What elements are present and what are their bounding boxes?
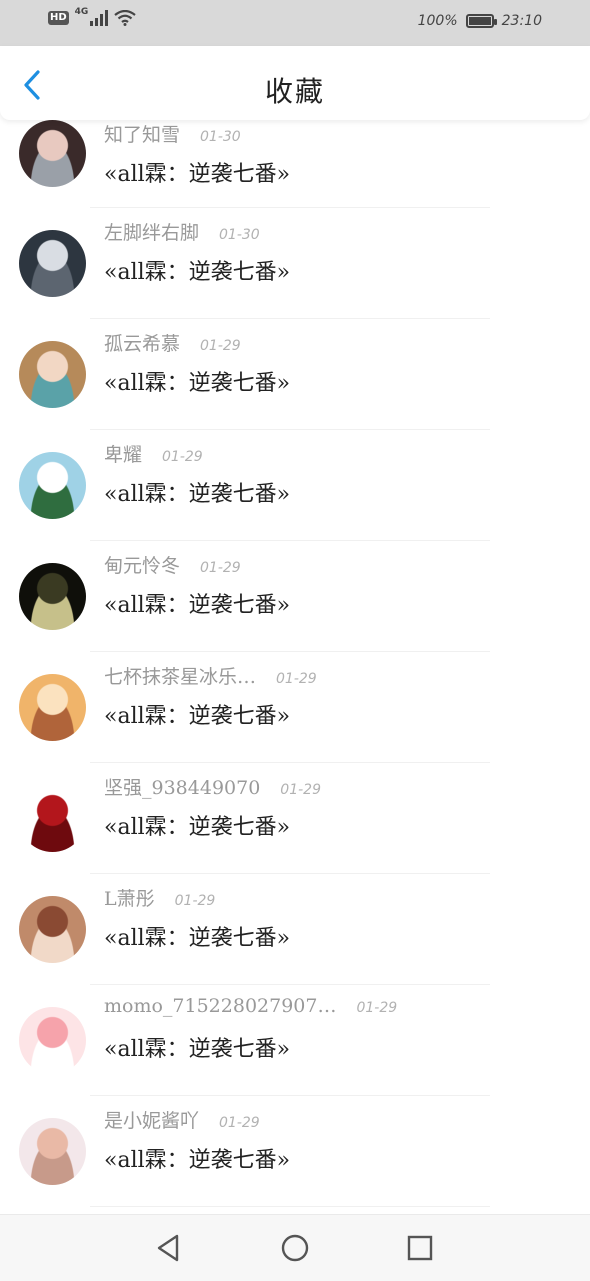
date: 01-29 — [276, 671, 317, 687]
message-text: «all霖：逆袭七番» — [104, 815, 291, 840]
username: 左脚绊右脚 — [104, 222, 200, 244]
item-meta: 知了知雪 01-30 — [104, 120, 241, 147]
battery-icon — [465, 14, 497, 28]
username: 坚强_938449070 — [104, 777, 261, 799]
list-item[interactable]: 坚强_938449070 01-29 «all霖：逆袭七番» — [0, 763, 590, 874]
avatar[interactable] — [19, 452, 86, 519]
list-item[interactable]: 知了知雪 01-30 «all霖：逆袭七番» — [0, 120, 590, 208]
square-recents-icon — [407, 1235, 433, 1261]
list-item[interactable]: 是小妮酱吖 01-29 «all霖：逆袭七番» — [0, 1096, 590, 1207]
item-meta: 孤云希慕 01-29 — [104, 329, 241, 356]
message-text: «all霖：逆袭七番» — [104, 1148, 291, 1173]
username: 是小妮酱吖 — [104, 1110, 200, 1132]
status-left: HD 4G — [48, 7, 137, 26]
nav-back-button[interactable] — [153, 1232, 185, 1264]
date: 01-30 — [219, 227, 260, 243]
message-text: «all霖：逆袭七番» — [104, 926, 291, 951]
item-meta: 卑耀 01-29 — [104, 440, 203, 467]
avatar[interactable] — [19, 1007, 86, 1074]
date: 01-29 — [200, 560, 241, 576]
network-type: 4G — [74, 7, 89, 17]
message-text: «all霖：逆袭七番» — [104, 482, 291, 507]
item-meta: 是小妮酱吖 01-29 — [104, 1106, 260, 1133]
username: 孤云希慕 — [104, 333, 181, 355]
app-header: 收藏 — [0, 46, 590, 120]
avatar[interactable] — [19, 674, 86, 741]
avatar[interactable] — [19, 341, 86, 408]
username: L萧彤 — [104, 888, 155, 910]
username: 甸元怜冬 — [104, 555, 181, 577]
message-text: «all霖：逆袭七番» — [104, 260, 291, 285]
battery-percent: 100% — [417, 13, 458, 29]
page-title: 收藏 — [264, 75, 325, 108]
item-meta: momo_715228027907… 01-29 — [104, 995, 397, 1017]
list-item[interactable]: momo_715228027907… 01-29 «all霖：逆袭七番» — [0, 985, 590, 1096]
item-meta: 坚强_938449070 01-29 — [104, 773, 321, 800]
system-nav-bar — [0, 1214, 590, 1281]
list-item[interactable]: 卑耀 01-29 «all霖：逆袭七番» — [0, 430, 590, 541]
date: 01-29 — [162, 449, 203, 465]
wifi-icon — [114, 10, 137, 26]
avatar[interactable] — [19, 120, 86, 187]
date: 01-29 — [174, 893, 216, 909]
item-meta: 七杯抹茶星冰乐… 01-29 — [104, 662, 317, 689]
list-item[interactable]: 孤云希慕 01-29 «all霖：逆袭七番» — [0, 319, 590, 430]
avatar[interactable] — [19, 563, 86, 630]
status-bar: HD 4G 100% 23:10 — [0, 0, 590, 46]
username: 卑耀 — [104, 444, 143, 466]
item-meta: 左脚绊右脚 01-30 — [104, 218, 260, 245]
date: 01-29 — [200, 338, 241, 354]
avatar[interactable] — [19, 896, 86, 963]
list-item[interactable]: 甸元怜冬 01-29 «all霖：逆袭七番» — [0, 541, 590, 652]
favorites-list: 知了知雪 01-30 «all霖：逆袭七番» 左脚绊右脚 01-30 «all霖：逆袭七番… — [0, 120, 590, 1207]
item-meta: 甸元怜冬 01-29 — [104, 551, 241, 578]
date: 01-29 — [280, 782, 321, 798]
username: 知了知雪 — [104, 124, 181, 146]
signal-icon — [90, 10, 109, 26]
avatar[interactable] — [19, 785, 86, 852]
date: 01-30 — [200, 129, 241, 145]
avatar[interactable] — [19, 1118, 86, 1185]
status-right: 100% 23:10 — [418, 13, 542, 29]
username: momo_715228027907… — [104, 995, 337, 1017]
list-item[interactable]: 七杯抹茶星冰乐… 01-29 «all霖：逆袭七番» — [0, 652, 590, 763]
message-text: «all霖：逆袭七番» — [104, 1037, 291, 1062]
item-meta: L萧彤 01-29 — [104, 884, 215, 911]
clock: 23:10 — [501, 13, 542, 29]
username: 七杯抹茶星冰乐… — [104, 666, 257, 688]
message-text: «all霖：逆袭七番» — [104, 593, 291, 618]
message-text: «all霖：逆袭七番» — [104, 162, 291, 187]
date: 01-29 — [219, 1115, 260, 1131]
nav-home-button[interactable] — [279, 1232, 311, 1264]
date: 01-29 — [356, 1000, 398, 1016]
nav-recents-button[interactable] — [404, 1232, 436, 1264]
message-text: «all霖：逆袭七番» — [104, 704, 291, 729]
triangle-back-icon — [157, 1234, 179, 1262]
list-item[interactable]: L萧彤 01-29 «all霖：逆袭七番» — [0, 874, 590, 985]
list-item[interactable]: 左脚绊右脚 01-30 «all霖：逆袭七番» — [0, 208, 590, 319]
hd-badge: HD — [48, 11, 69, 25]
message-text: «all霖：逆袭七番» — [104, 371, 291, 396]
circle-home-icon — [281, 1234, 309, 1262]
divider — [90, 1206, 490, 1207]
avatar[interactable] — [19, 230, 86, 297]
